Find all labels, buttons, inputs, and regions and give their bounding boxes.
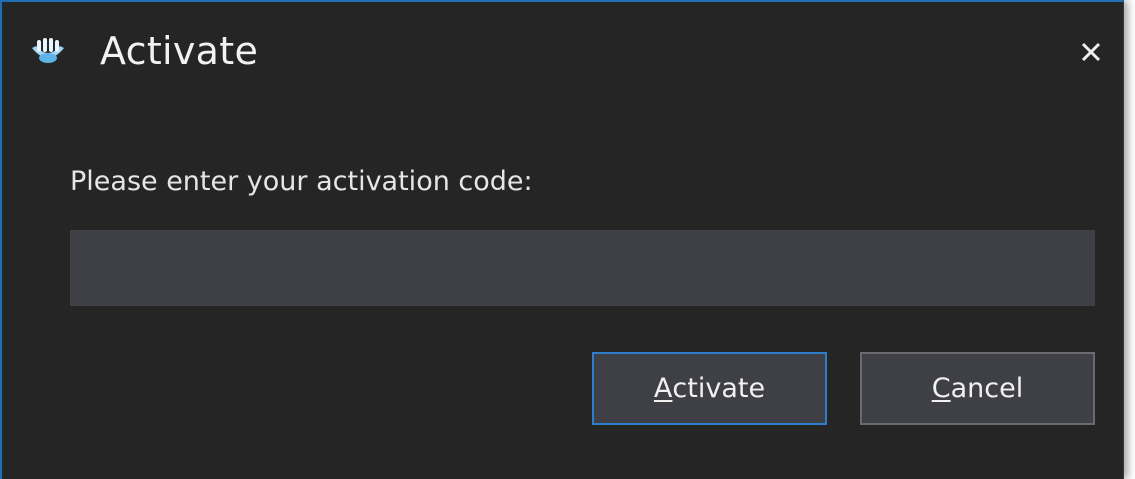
activate-button[interactable]: Activate bbox=[592, 352, 827, 425]
close-icon bbox=[1081, 42, 1101, 62]
activate-label: ctivate bbox=[672, 373, 766, 404]
dialog-title: Activate bbox=[100, 29, 259, 73]
cancel-button[interactable]: Cancel bbox=[860, 352, 1095, 425]
activation-code-input[interactable] bbox=[70, 230, 1095, 306]
close-button[interactable] bbox=[1069, 30, 1113, 74]
cancel-mnemonic: C bbox=[931, 373, 951, 404]
app-logo-icon bbox=[30, 38, 66, 66]
title-bar[interactable]: Activate bbox=[2, 2, 1123, 112]
cancel-label: ancel bbox=[950, 373, 1024, 404]
activate-mnemonic: A bbox=[653, 373, 673, 404]
activate-dialog: Activate Please enter your activation co… bbox=[0, 0, 1124, 479]
activation-prompt-label: Please enter your activation code: bbox=[70, 166, 533, 197]
